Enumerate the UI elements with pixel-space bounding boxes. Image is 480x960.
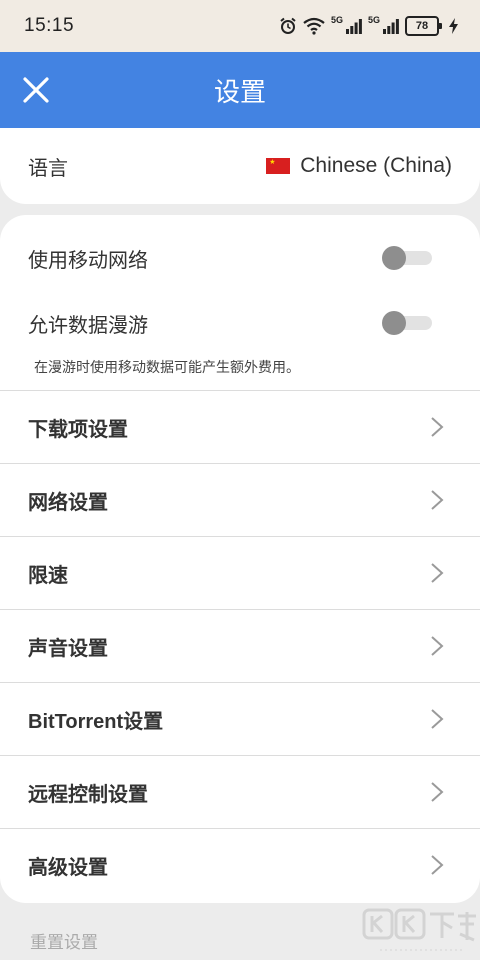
menu-item-label: BitTorrent设置 [28,710,164,733]
chevron-right-icon [431,782,444,802]
chevron-right-icon [431,636,444,656]
alarm-icon [279,17,297,35]
chevron-right-icon [431,417,444,437]
menu-item-download-settings[interactable]: 下载项设置 [0,390,480,463]
menu-item-label: 限速 [28,564,68,587]
battery-icon: 78 [405,16,442,36]
menu-item-label: 高级设置 [28,856,108,879]
menu-item-label: 下载项设置 [28,418,128,441]
watermark-logo [362,908,476,951]
menu-item-bittorrent-settings[interactable]: BitTorrent设置 [0,682,480,755]
mobile-network-label: 使用移动网络 [28,249,148,272]
app-bar: 设置 [0,52,480,128]
chevron-right-icon [431,855,444,875]
language-setting[interactable]: 语言 Chinese (China) [0,128,480,204]
language-value: Chinese (China) [266,154,452,178]
mobile-network-row[interactable]: 使用移动网络 [0,226,480,290]
menu-item-label: 远程控制设置 [28,783,148,806]
language-value-text: Chinese (China) [300,154,452,177]
menu-item-label: 网络设置 [28,491,108,514]
signal-1-label: 5G [330,15,343,25]
menu-item-remote-control-settings[interactable]: 远程控制设置 [0,755,480,828]
menu-item-label: 声音设置 [28,637,108,660]
language-label: 语言 [28,157,68,180]
chevron-right-icon [431,709,444,729]
data-roaming-toggle[interactable] [382,311,432,335]
data-roaming-row[interactable]: 允许数据漫游 [0,291,480,355]
reset-settings-button[interactable]: 重置设置 [30,928,98,953]
charging-icon [449,18,458,34]
signal-icon [383,18,399,34]
signal-icon [345,18,362,34]
menu-item-advanced-settings[interactable]: 高级设置 [0,828,480,901]
page-title: 设置 [213,76,266,107]
chevron-right-icon [431,490,444,510]
wifi-icon [303,17,325,35]
status-icons: 5G 5G 78 [279,15,458,36]
status-bar: 15:15 5G 5G 78 [0,0,480,52]
mobile-network-toggle[interactable] [382,246,432,270]
chevron-right-icon [431,563,444,583]
signal-2-label: 5G [367,15,380,25]
menu-item-speed-limit[interactable]: 限速 [0,536,480,609]
data-roaming-label: 允许数据漫游 [28,314,148,337]
settings-card: 使用移动网络 允许数据漫游 在漫游时使用移动数据可能产生额外费用。 下载项设置 … [0,215,480,903]
status-time: 15:15 [24,15,75,36]
menu-item-network-settings[interactable]: 网络设置 [0,463,480,536]
china-flag-icon [266,158,291,174]
menu-item-sound-settings[interactable]: 声音设置 [0,609,480,682]
close-icon [23,77,49,103]
close-button[interactable] [16,70,56,110]
roaming-note: 在漫游时使用移动数据可能产生额外费用。 [34,359,300,375]
